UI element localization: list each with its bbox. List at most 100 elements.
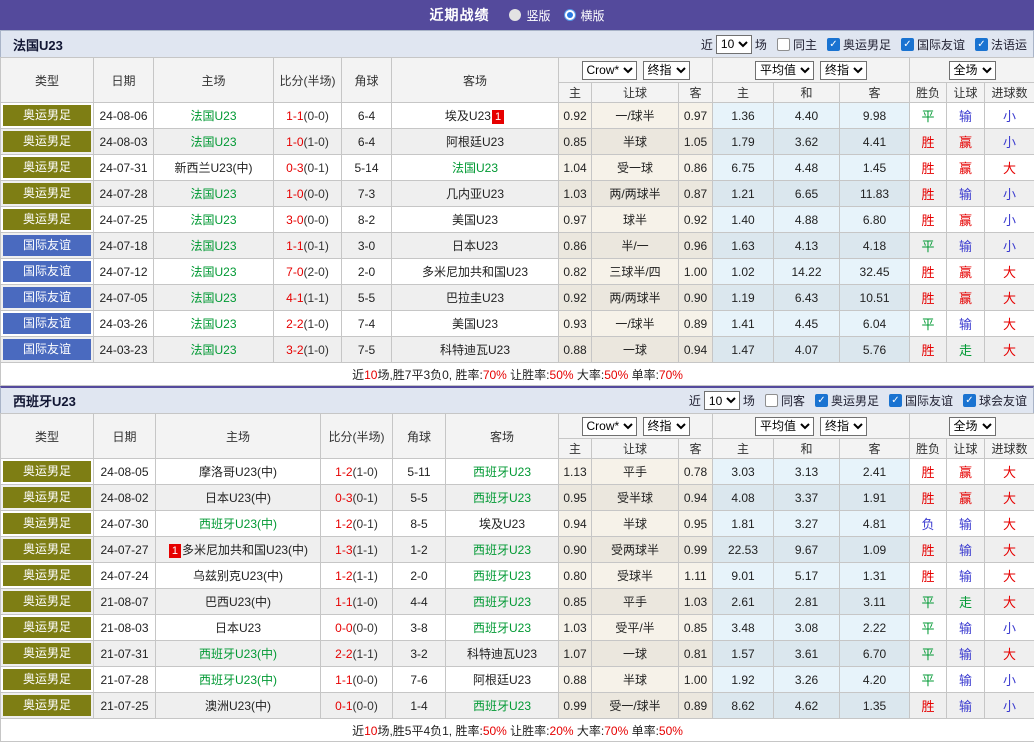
avg-type-select[interactable]: 平均值	[755, 417, 814, 436]
home-team-cell: 法国U23	[154, 129, 274, 155]
avg-draw-odds: 3.08	[774, 615, 840, 641]
odds-time-select[interactable]: 终指	[643, 61, 690, 80]
full-time-score: 1-2	[335, 569, 352, 583]
result-scope-select[interactable]: 全场	[949, 61, 996, 80]
home-team-name: 法国U23	[190, 239, 236, 253]
away-team-cell: 阿根廷U23	[446, 667, 559, 693]
table-row: 国际友谊24-07-18法国U231-1(0-1)3-0日本U230.86半/一…	[1, 233, 1034, 259]
avg-draw-odds: 3.13	[774, 459, 840, 485]
summary-row: 近10场,胜5平4负1, 胜率:50% 让胜率:20% 大率:70% 单率:50…	[1, 719, 1034, 742]
handicap-line: 受球半	[592, 563, 679, 589]
score-cell: 1-1(1-0)	[321, 589, 393, 615]
table-row: 奥运男足24-08-03法国U231-0(1-0)6-4阿根廷U230.85半球…	[1, 129, 1034, 155]
result-goals: 小	[985, 207, 1034, 233]
filter-controls: 近10场同主✓奥运男足✓国际友谊✓法语运	[701, 35, 1027, 54]
column-subheader: 让球	[947, 439, 985, 459]
avg-away-odds: 32.45	[840, 259, 910, 285]
corner-score: 8-2	[342, 207, 392, 233]
result-handicap: 输	[947, 563, 985, 589]
result-goals: 大	[985, 511, 1034, 537]
away-team-name: 西班牙U23	[473, 569, 531, 583]
avg-type-select[interactable]: 平均值	[755, 61, 814, 80]
view-radio-0[interactable]	[509, 9, 521, 21]
match-date: 24-08-05	[94, 459, 156, 485]
column-header: 角球	[393, 414, 446, 459]
same-venue-checkbox[interactable]	[765, 394, 778, 407]
away-team-cell: 西班牙U23	[446, 589, 559, 615]
column-subheader: 主	[559, 83, 592, 103]
competition-checkbox-1[interactable]: ✓	[901, 38, 914, 51]
avg-draw-odds: 2.81	[774, 589, 840, 615]
recent-count-select[interactable]: 10	[716, 35, 752, 54]
competition-checkbox-2[interactable]: ✓	[963, 394, 976, 407]
handicap-away-odds: 0.87	[679, 181, 713, 207]
results-table: 类型日期主场比分(半场)角球客场Crow*终指平均值终指全场主让球客主和客胜负让…	[0, 413, 1034, 742]
recent-count-select[interactable]: 10	[704, 391, 740, 410]
avg-home-odds: 1.19	[713, 285, 774, 311]
full-time-score: 0-3	[286, 161, 303, 175]
competition-checkbox-0[interactable]: ✓	[815, 394, 828, 407]
column-subheader: 和	[774, 83, 840, 103]
view-radio-label-0[interactable]: 竖版	[526, 7, 550, 24]
avg-away-odds: 4.41	[840, 129, 910, 155]
summary-segment: 10	[364, 368, 377, 382]
result-outcome: 胜	[910, 563, 947, 589]
summary-segment: 10	[364, 724, 377, 738]
away-team-name: 埃及U23	[445, 109, 491, 123]
handicap-line: 受一球	[592, 155, 679, 181]
same-venue-checkbox[interactable]	[777, 38, 790, 51]
handicap-home-odds: 0.85	[559, 129, 592, 155]
card-badge: 1	[492, 110, 504, 124]
summary-segment: 场,胜7平3负0, 胜率:	[377, 368, 482, 382]
table-row: 奥运男足24-07-271多米尼加共和国U23(中)1-3(1-1)1-2西班牙…	[1, 537, 1034, 563]
column-subheader: 和	[774, 439, 840, 459]
avg-home-odds: 1.47	[713, 337, 774, 363]
avg-home-odds: 1.57	[713, 641, 774, 667]
handicap-away-odds: 0.99	[679, 537, 713, 563]
filter-controls: 近10场同客✓奥运男足✓国际友谊✓球会友谊	[689, 391, 1027, 410]
odds-provider-select[interactable]: Crow*	[582, 61, 637, 80]
full-time-score: 1-0	[286, 187, 303, 201]
handicap-home-odds: 1.03	[559, 181, 592, 207]
half-time-score: (0-0)	[353, 621, 378, 635]
odds-group-header: Crow* 终指	[559, 414, 713, 439]
avg-draw-odds: 6.43	[774, 285, 840, 311]
recent-label: 近	[701, 36, 713, 53]
match-type-badge: 奥运男足	[3, 487, 91, 508]
competition-label-0: 奥运男足	[843, 36, 891, 53]
match-date: 21-08-03	[94, 615, 156, 641]
result-scope-select[interactable]: 全场	[949, 417, 996, 436]
avg-away-odds: 1.45	[840, 155, 910, 181]
avg-away-odds: 11.83	[840, 181, 910, 207]
handicap-line: 两/两球半	[592, 181, 679, 207]
avg-draw-odds: 4.62	[774, 693, 840, 719]
competition-checkbox-1[interactable]: ✓	[889, 394, 902, 407]
avg-home-odds: 9.01	[713, 563, 774, 589]
view-radio-1[interactable]	[564, 9, 576, 21]
avg-home-odds: 1.21	[713, 181, 774, 207]
handicap-away-odds: 0.97	[679, 103, 713, 129]
match-type-badge: 奥运男足	[3, 695, 91, 716]
summary-segment: 让胜率:	[507, 724, 550, 738]
avg-home-odds: 3.48	[713, 615, 774, 641]
avg-time-select[interactable]: 终指	[820, 61, 867, 80]
handicap-away-odds: 0.78	[679, 459, 713, 485]
avg-away-odds: 5.76	[840, 337, 910, 363]
corner-score: 3-2	[393, 641, 446, 667]
avg-time-select[interactable]: 终指	[820, 417, 867, 436]
competition-checkbox-2[interactable]: ✓	[975, 38, 988, 51]
column-header: 类型	[1, 58, 94, 103]
result-handicap: 赢	[947, 459, 985, 485]
odds-provider-select[interactable]: Crow*	[582, 417, 637, 436]
summary-row: 近10场,胜7平3负0, 胜率:70% 让胜率:50% 大率:50% 单率:70…	[1, 363, 1034, 386]
view-radio-label-1[interactable]: 横版	[581, 7, 605, 24]
summary-segment: 单率:	[628, 368, 659, 382]
result-goals: 小	[985, 615, 1034, 641]
summary-segment: 近	[352, 724, 364, 738]
result-handicap: 输	[947, 641, 985, 667]
handicap-away-odds: 0.85	[679, 615, 713, 641]
competition-checkbox-0[interactable]: ✓	[827, 38, 840, 51]
match-type-badge: 奥运男足	[3, 183, 91, 204]
odds-time-select[interactable]: 终指	[643, 417, 690, 436]
table-foot: 近10场,胜5平4负1, 胜率:50% 让胜率:20% 大率:70% 单率:50…	[1, 719, 1034, 742]
